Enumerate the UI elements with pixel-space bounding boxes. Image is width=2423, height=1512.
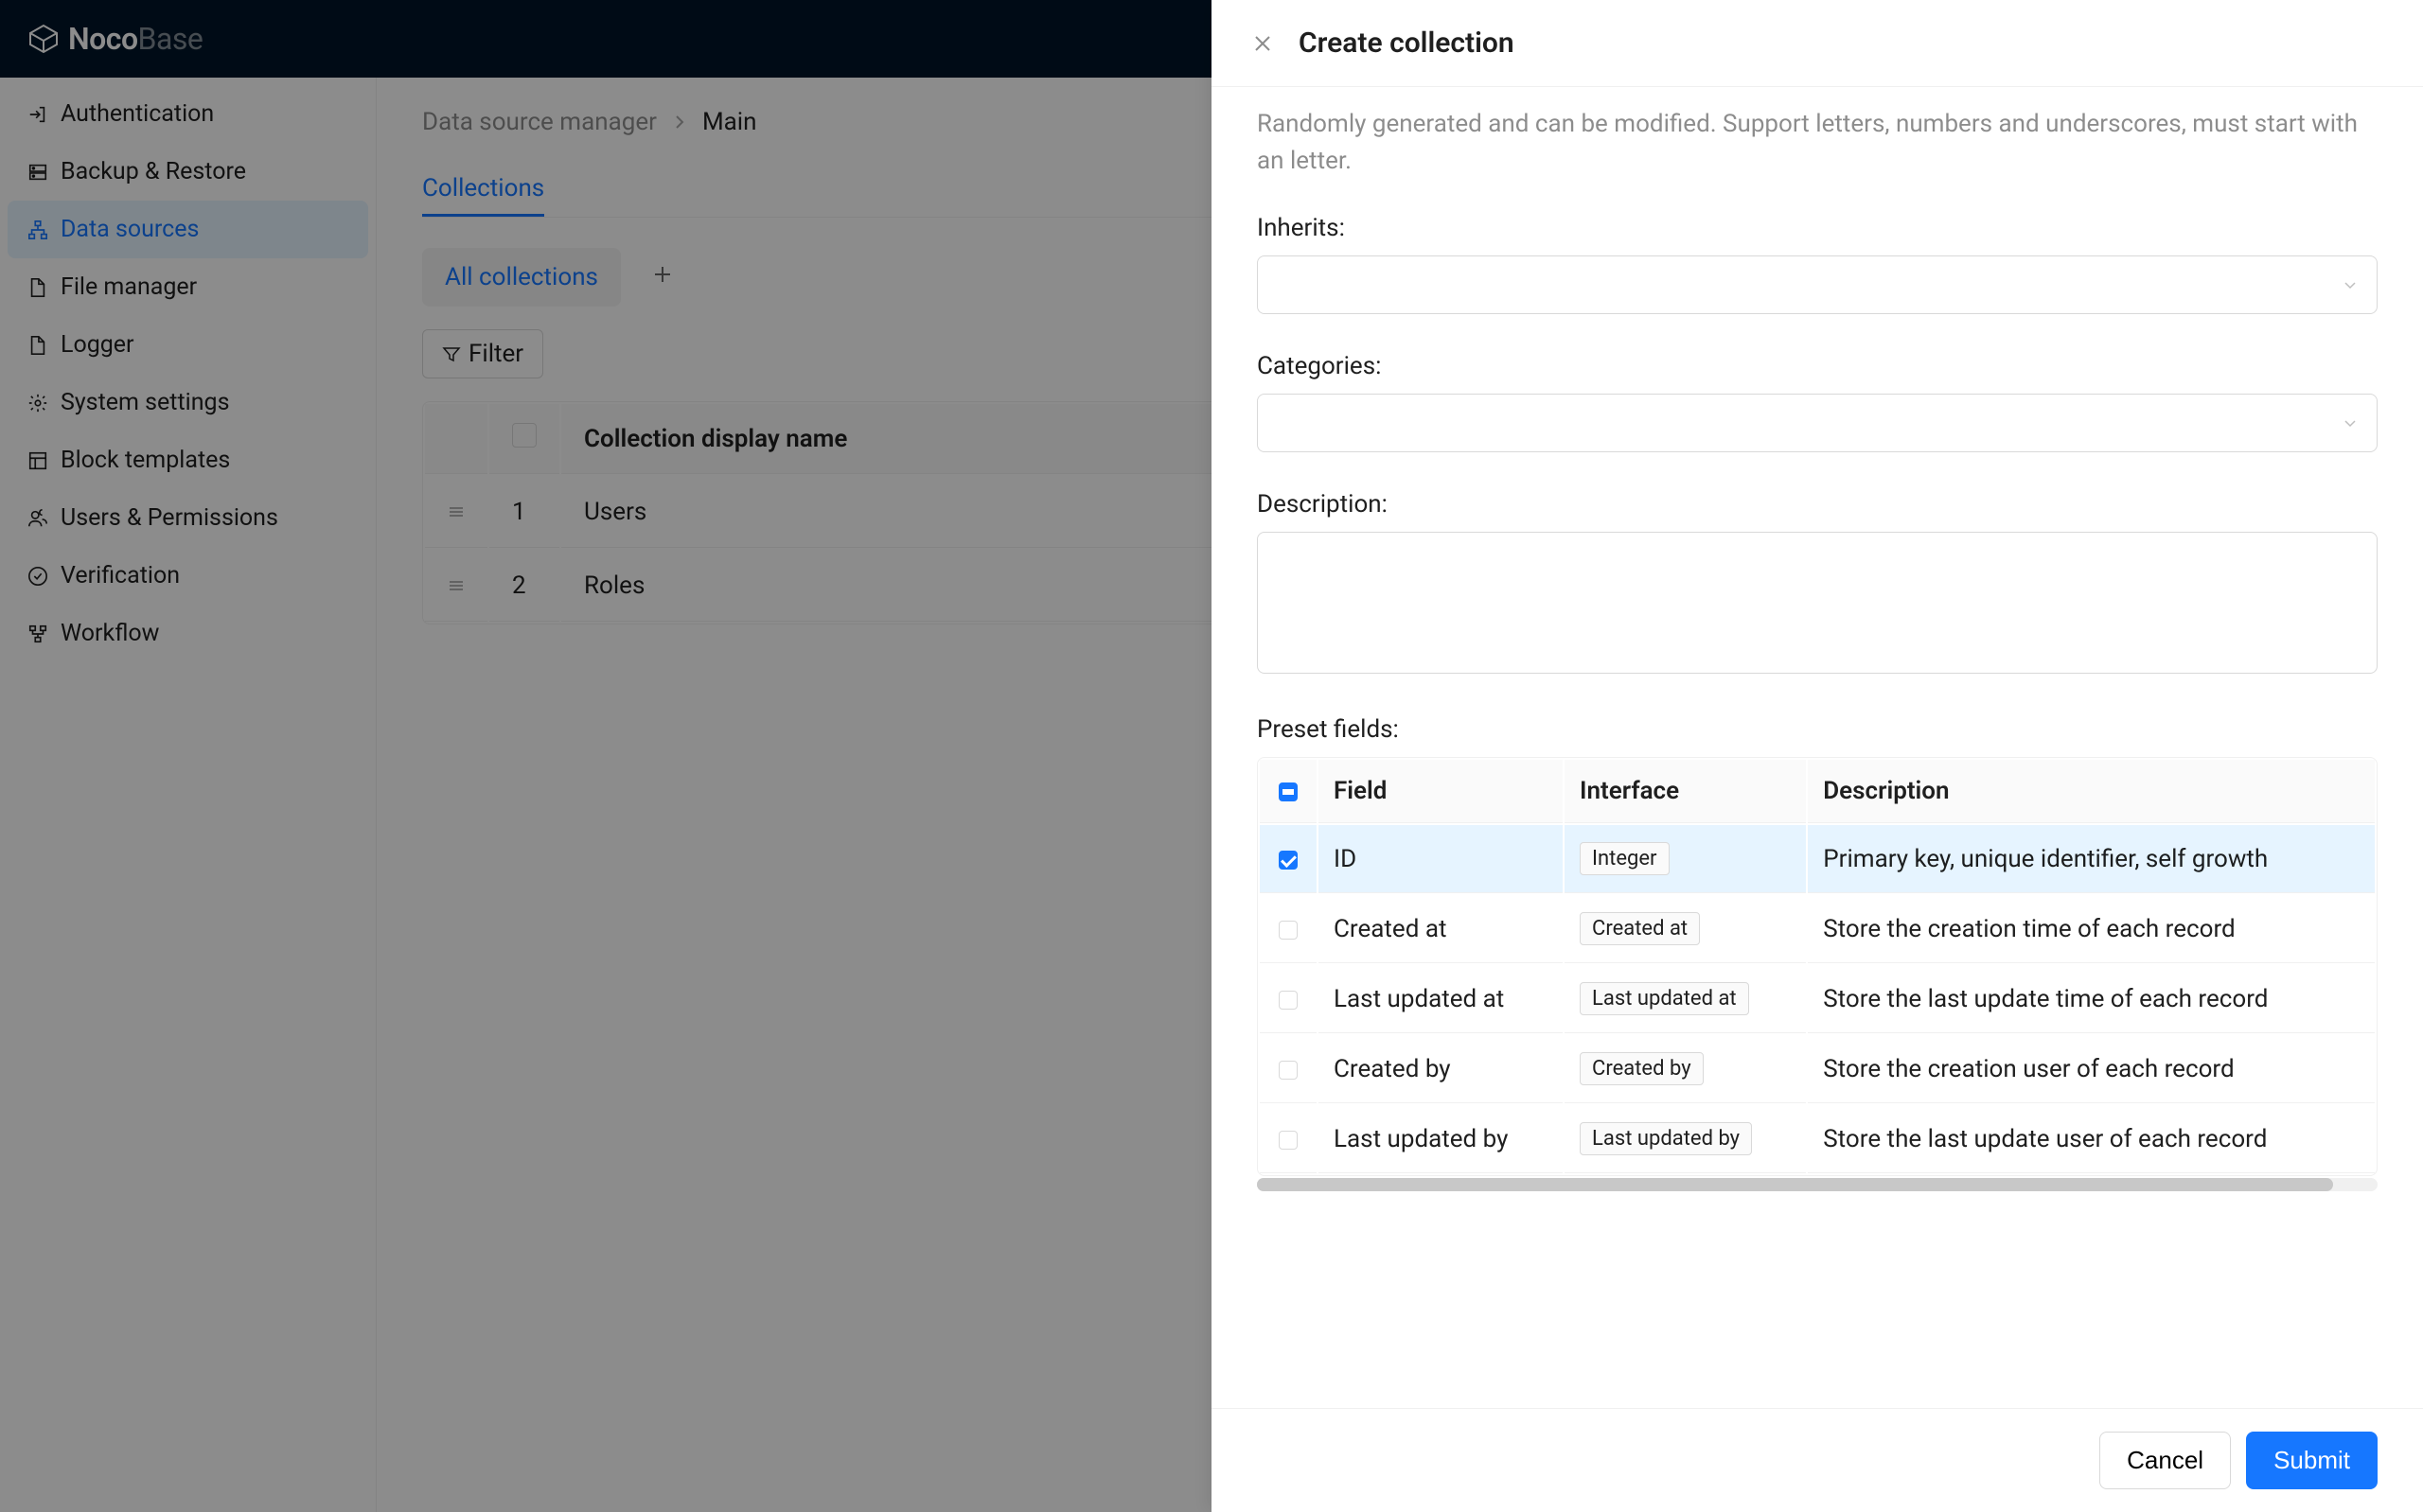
preset-description: Store the creation time of each record: [1808, 895, 2375, 963]
horizontal-scrollbar[interactable]: [1257, 1178, 2378, 1191]
drawer-body: Randomly generated and can be modified. …: [1212, 87, 2423, 1408]
description-textarea[interactable]: [1257, 532, 2378, 674]
categories-label: Categories:: [1257, 352, 2378, 380]
preset-fields-table: Field Interface Description IDIntegerPri…: [1257, 757, 2378, 1176]
preset-row-checkbox[interactable]: [1279, 991, 1298, 1010]
drawer-footer: Cancel Submit: [1212, 1408, 2423, 1512]
preset-description: Store the last update time of each recor…: [1808, 965, 2375, 1033]
preset-field: ID: [1318, 825, 1563, 893]
preset-interface: Last updated by: [1565, 1105, 1806, 1173]
preset-interface: Created by: [1565, 1035, 1806, 1103]
preset-fields-label: Preset fields:: [1257, 715, 2378, 744]
preset-col-check: [1260, 760, 1317, 823]
preset-interface: Integer: [1565, 825, 1806, 893]
preset-field: Created at: [1318, 895, 1563, 963]
preset-description: Primary key, unique identifier, self gro…: [1808, 825, 2375, 893]
help-text: Randomly generated and can be modified. …: [1257, 106, 2378, 180]
chevron-down-icon: [2343, 415, 2358, 431]
preset-row-checkbox[interactable]: [1279, 921, 1298, 940]
chevron-down-icon: [2343, 277, 2358, 292]
preset-select-all-checkbox[interactable]: [1279, 782, 1298, 801]
categories-select[interactable]: [1257, 394, 2378, 452]
cancel-button[interactable]: Cancel: [2099, 1432, 2231, 1489]
inherits-select[interactable]: [1257, 255, 2378, 314]
preset-row: Last updated atLast updated atStore the …: [1260, 965, 2375, 1033]
preset-field: Created by: [1318, 1035, 1563, 1103]
inherits-label: Inherits:: [1257, 214, 2378, 242]
close-icon[interactable]: [1249, 30, 1276, 57]
create-collection-drawer: Create collection Randomly generated and…: [1212, 0, 2423, 1512]
preset-description: Store the last update user of each recor…: [1808, 1105, 2375, 1173]
preset-row: Created atCreated atStore the creation t…: [1260, 895, 2375, 963]
preset-row-checkbox[interactable]: [1279, 1131, 1298, 1150]
preset-field: Last updated at: [1318, 965, 1563, 1033]
preset-row: Created byCreated byStore the creation u…: [1260, 1035, 2375, 1103]
preset-row-checkbox[interactable]: [1279, 851, 1298, 870]
submit-button[interactable]: Submit: [2246, 1432, 2378, 1489]
preset-col-field: Field: [1318, 760, 1563, 823]
preset-interface: Created at: [1565, 895, 1806, 963]
drawer-header: Create collection: [1212, 0, 2423, 87]
preset-row-checkbox[interactable]: [1279, 1061, 1298, 1080]
description-label: Description:: [1257, 490, 2378, 519]
drawer-title: Create collection: [1299, 26, 1514, 60]
preset-col-interface: Interface: [1565, 760, 1806, 823]
preset-description: Store the creation user of each record: [1808, 1035, 2375, 1103]
preset-interface: Last updated at: [1565, 965, 1806, 1033]
preset-field: Last updated by: [1318, 1105, 1563, 1173]
preset-row: IDIntegerPrimary key, unique identifier,…: [1260, 825, 2375, 893]
preset-row: Last updated byLast updated byStore the …: [1260, 1105, 2375, 1173]
preset-col-description: Description: [1808, 760, 2375, 823]
